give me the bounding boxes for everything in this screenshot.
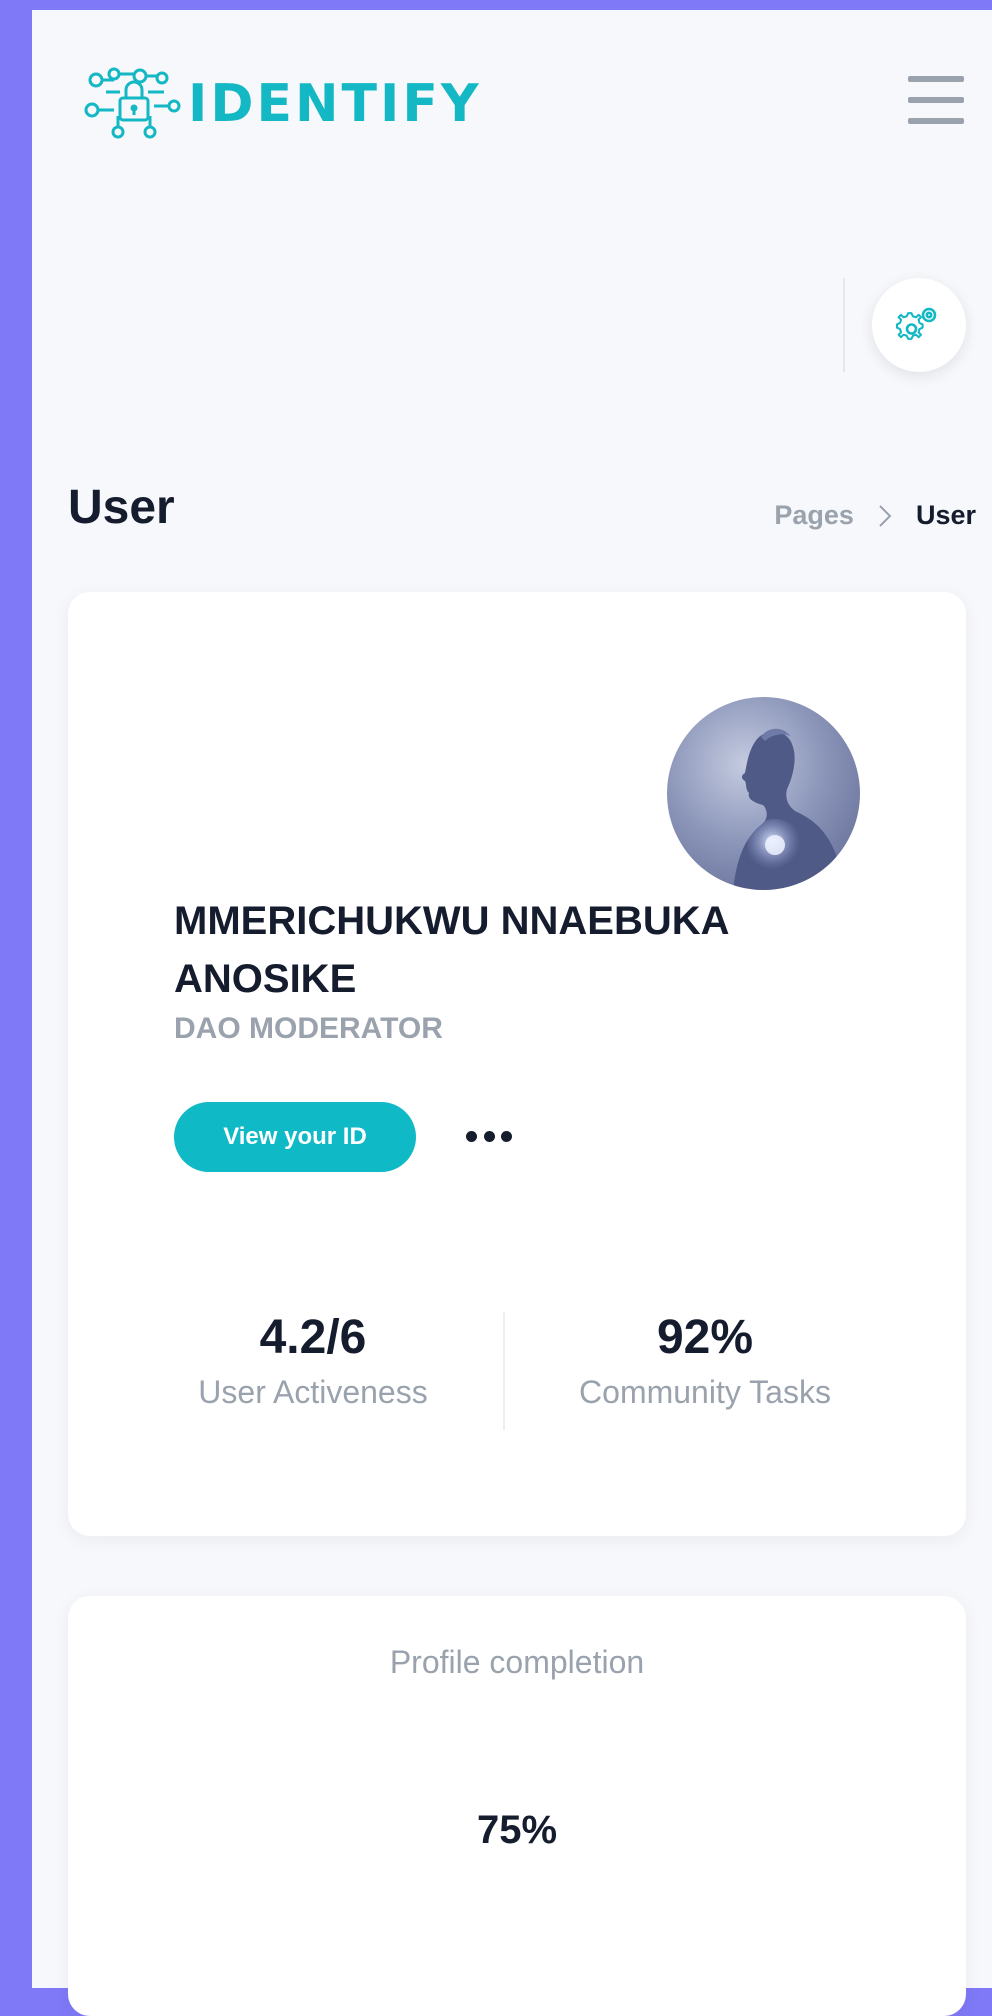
view-id-button[interactable]: View your ID bbox=[174, 1102, 416, 1172]
stat-label: User Activeness bbox=[198, 1374, 428, 1410]
completion-value: 75% bbox=[476, 1808, 558, 1852]
brand-logo[interactable]: IDENTIFY bbox=[84, 66, 482, 142]
user-name: MMERICHUKWU NNAEBUKA ANOSIKE bbox=[174, 899, 729, 1001]
breadcrumb: Pages User bbox=[774, 500, 976, 531]
stat-community-tasks: 92% Community Tasks bbox=[535, 1310, 875, 1411]
settings-button[interactable] bbox=[872, 278, 966, 372]
completion-title: Profile completion bbox=[389, 1644, 645, 1680]
stat-divider bbox=[503, 1312, 505, 1430]
profile-card: MMERICHUKWU NNAEBUKA ANOSIKE DAO MODERAT… bbox=[68, 592, 966, 1536]
hamburger-menu-icon[interactable] bbox=[908, 76, 964, 128]
gears-icon bbox=[896, 307, 937, 340]
breadcrumb-pages-link[interactable]: Pages bbox=[774, 500, 854, 531]
page-title: User bbox=[68, 481, 175, 534]
header-divider bbox=[843, 278, 845, 372]
page: IDENTIFY User Pages User MMERICHUKWU NNA… bbox=[32, 10, 992, 2016]
profile-completion-card: Profile completion 75% bbox=[68, 1596, 966, 2016]
breadcrumb-current: User bbox=[915, 500, 976, 530]
user-role: DAO MODERATOR bbox=[174, 1012, 443, 1045]
brand-name: IDENTIFY bbox=[188, 74, 482, 134]
stat-value: 92% bbox=[656, 1311, 754, 1364]
stat-value: 4.2/6 bbox=[259, 1311, 367, 1364]
chevron-right-icon bbox=[878, 504, 892, 528]
stat-user-activeness: 4.2/6 User Activeness bbox=[143, 1310, 483, 1411]
more-dots-icon[interactable] bbox=[466, 1116, 512, 1156]
stat-label: Community Tasks bbox=[579, 1374, 831, 1410]
avatar bbox=[667, 697, 860, 890]
circuit-lock-icon bbox=[84, 67, 181, 139]
